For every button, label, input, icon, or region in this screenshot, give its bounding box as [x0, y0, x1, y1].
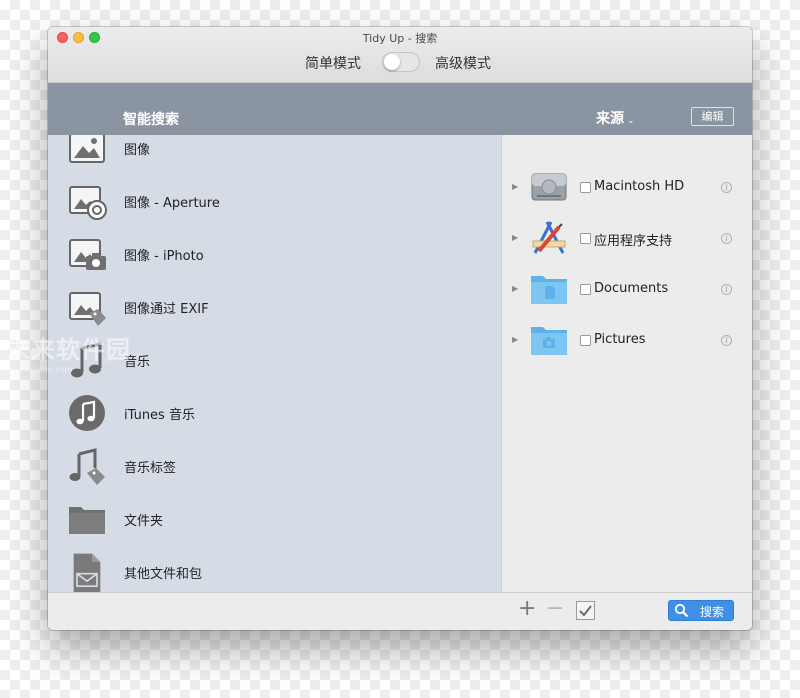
category-item[interactable]: iTunes 音乐: [48, 393, 501, 446]
source-label: Macintosh HD: [594, 179, 685, 194]
mode-toggle[interactable]: [382, 52, 420, 72]
info-icon[interactable]: i: [721, 335, 732, 346]
source-label: Pictures: [594, 332, 646, 347]
source-item[interactable]: ▶ Pictures i: [502, 315, 752, 366]
source-checkbox[interactable]: [580, 233, 591, 244]
app-window: Tidy Up - 搜索 简单模式 高级模式 智能搜索 来源 ⌄ 编辑 图像 图…: [48, 27, 752, 630]
source-item[interactable]: ▶ Documents i: [502, 264, 752, 315]
category-item[interactable]: 文件夹: [48, 499, 501, 552]
category-label: iTunes 音乐: [124, 408, 195, 423]
category-item[interactable]: 音乐标签: [48, 446, 501, 499]
pictures-folder-icon: [531, 327, 567, 355]
toggle-knob: [384, 54, 400, 70]
disclosure-arrow-icon[interactable]: ▶: [512, 182, 518, 191]
remove-source-button[interactable]: −: [546, 598, 564, 620]
category-label: 图像通过 EXIF: [124, 302, 209, 317]
advanced-mode-label[interactable]: 高级模式: [435, 53, 491, 73]
music-tag-icon: [69, 448, 105, 485]
applications-icon: [532, 221, 566, 254]
category-label: 音乐标签: [124, 461, 177, 476]
source-menu[interactable]: 来源 ⌄: [596, 108, 635, 128]
source-checkbox[interactable]: [580, 284, 591, 295]
title-bar: Tidy Up - 搜索 简单模式 高级模式: [48, 27, 752, 83]
info-icon[interactable]: i: [721, 182, 732, 193]
disclosure-arrow-icon[interactable]: ▶: [512, 284, 518, 293]
source-item[interactable]: ▶ Macintosh HD i: [502, 162, 752, 213]
smart-search-heading: 智能搜索: [123, 112, 179, 128]
hard-drive-icon: [531, 173, 567, 201]
category-item[interactable]: 图像 - Aperture: [48, 181, 501, 234]
watermark-text: 未来软件园: [6, 336, 131, 364]
category-label: 图像 - iPhoto: [124, 249, 204, 264]
search-icon: [674, 603, 689, 618]
documents-folder-icon: [531, 276, 567, 304]
add-source-button[interactable]: +: [518, 598, 536, 620]
aperture-image-icon: [69, 186, 107, 220]
source-label: 来源: [596, 111, 624, 127]
category-label: 图像: [124, 143, 151, 158]
document-icon: [73, 553, 101, 592]
iphoto-image-icon: [69, 239, 106, 270]
source-checkbox[interactable]: [580, 335, 591, 346]
watermark: 未来软件园 mac.orsoon.com: [6, 330, 131, 374]
image-icon: [69, 135, 105, 163]
source-checkbox[interactable]: [580, 182, 591, 193]
disclosure-arrow-icon[interactable]: ▶: [512, 233, 518, 242]
folder-icon: [69, 507, 105, 534]
exif-image-icon: [69, 292, 106, 326]
bottom-toolbar: + − 搜索: [48, 592, 752, 630]
select-all-checkbox[interactable]: [576, 601, 595, 620]
window-title: Tidy Up - 搜索: [362, 32, 438, 45]
category-label: 其他文件和包: [124, 567, 203, 582]
category-item[interactable]: 图像 - iPhoto: [48, 234, 501, 287]
info-icon[interactable]: i: [721, 284, 732, 295]
chevron-down-icon: ⌄: [627, 116, 635, 126]
checkmark-icon: [579, 605, 592, 617]
itunes-icon: [69, 395, 105, 431]
category-label: 图像 - Aperture: [124, 196, 220, 211]
source-item[interactable]: ▶ 应用程序支持 i: [502, 213, 752, 264]
source-label: Documents: [594, 281, 669, 296]
category-item[interactable]: 图像: [48, 135, 501, 181]
watermark-subtext: mac.orsoon.com: [6, 365, 73, 374]
source-list: ▶ Macintosh HD i ▶ 应用程序支持 i ▶ Documents …: [501, 135, 752, 592]
disclosure-arrow-icon[interactable]: ▶: [512, 335, 518, 344]
search-button-label: 搜索: [700, 605, 725, 619]
source-label: 应用程序支持: [594, 234, 673, 249]
simple-mode-label[interactable]: 简单模式: [305, 53, 361, 73]
edit-button[interactable]: 编辑: [691, 107, 734, 126]
search-button[interactable]: 搜索: [668, 600, 734, 621]
category-item[interactable]: 其他文件和包: [48, 552, 501, 592]
panel-header: 智能搜索 来源 ⌄ 编辑: [48, 83, 752, 135]
info-icon[interactable]: i: [721, 233, 732, 244]
category-label: 文件夹: [124, 514, 164, 529]
